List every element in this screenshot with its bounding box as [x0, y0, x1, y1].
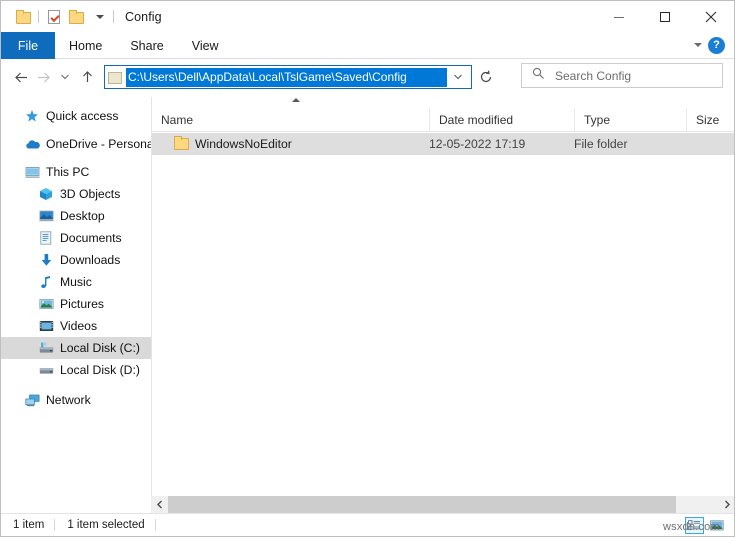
sidebar-item-videos[interactable]: Videos: [1, 315, 151, 337]
star-icon: [23, 108, 41, 124]
file-name-label: WindowsNoEditor: [195, 137, 292, 151]
sidebar-label: This PC: [46, 165, 90, 179]
file-type-cell: File folder: [574, 137, 628, 151]
address-folder-icon: [108, 70, 122, 84]
download-arrow-icon: [37, 252, 55, 268]
desktop-icon: [37, 208, 55, 224]
search-input[interactable]: Search Config: [555, 69, 631, 83]
new-folder-icon[interactable]: [65, 6, 87, 28]
picture-icon: [37, 296, 55, 312]
sidebar-item-quick-access[interactable]: Quick access: [1, 105, 151, 127]
sidebar-item-documents[interactable]: Documents: [1, 227, 151, 249]
sidebar-label: Desktop: [60, 209, 105, 223]
sidebar-label: 3D Objects: [60, 187, 121, 201]
ribbon-tab-bar: File Home Share View ?: [1, 32, 734, 59]
quick-access-toolbar: [1, 6, 118, 28]
file-date-cell: 12-05-2022 17:19: [429, 137, 526, 151]
file-name-cell[interactable]: WindowsNoEditor: [152, 133, 429, 155]
search-icon: [532, 67, 545, 85]
back-button[interactable]: [10, 64, 32, 90]
refresh-icon[interactable]: [474, 64, 498, 90]
table-row[interactable]: WindowsNoEditor 12-05-2022 17:19 File fo…: [152, 133, 734, 155]
folder-icon: [174, 136, 189, 151]
watermark: wsxdn.com: [663, 521, 720, 533]
sidebar-item-this-pc[interactable]: This PC: [1, 161, 151, 183]
network-icon: [23, 392, 41, 408]
address-input[interactable]: C:\Users\Dell\AppData\Local\TslGame\Save…: [126, 67, 447, 87]
scrollbar-track[interactable]: [168, 496, 718, 513]
sidebar-item-music[interactable]: Music: [1, 271, 151, 293]
up-button[interactable]: [76, 64, 98, 90]
customize-caret-icon[interactable]: [87, 6, 109, 28]
system-drive-icon: [37, 340, 55, 356]
file-size-cell: [686, 133, 734, 155]
sidebar-label: Pictures: [60, 297, 105, 311]
column-header-size[interactable]: Size: [686, 107, 734, 132]
recent-locations-icon[interactable]: [54, 64, 76, 90]
sidebar-item-local-disk-d[interactable]: Local Disk (D:): [1, 359, 151, 381]
scroll-right-icon[interactable]: [718, 496, 734, 513]
status-item-count: 1 item: [13, 519, 45, 531]
status-bar: 1 item 1 item selected: [1, 513, 734, 536]
search-box[interactable]: Search Config: [521, 63, 723, 88]
status-selection-count: 1 item selected: [67, 519, 145, 531]
column-header-type[interactable]: Type: [574, 107, 686, 132]
column-header-date-modified[interactable]: Date modified: [429, 107, 574, 132]
scroll-left-icon[interactable]: [151, 496, 168, 513]
ribbon-right-controls: ?: [694, 32, 734, 58]
drive-icon: [37, 362, 55, 378]
tab-view[interactable]: View: [178, 32, 233, 59]
music-note-icon: [37, 274, 55, 290]
cloud-icon: [23, 136, 41, 152]
navigation-pane: Quick access OneDrive - Persona This PC …: [1, 97, 151, 496]
sidebar-label: Network: [46, 393, 91, 407]
column-header-name[interactable]: Name: [152, 108, 429, 132]
sidebar-label: Videos: [60, 319, 98, 333]
sidebar-label: Quick access: [46, 109, 119, 123]
address-dropdown-icon[interactable]: [447, 73, 469, 81]
maximize-button[interactable]: [642, 1, 688, 32]
status-divider-2: [154, 519, 156, 531]
sidebar-label: OneDrive - Persona: [46, 137, 151, 151]
window-title: Config: [125, 9, 162, 24]
video-icon: [37, 318, 55, 334]
sidebar-label: Music: [60, 275, 92, 289]
horizontal-scrollbar[interactable]: [151, 496, 734, 513]
sidebar-item-pictures[interactable]: Pictures: [1, 293, 151, 315]
sidebar-item-desktop[interactable]: Desktop: [1, 205, 151, 227]
file-explorer-window: Config File Home Share View ? C:\Users\D…: [0, 0, 735, 537]
chevron-down-icon[interactable]: [694, 43, 702, 47]
document-icon: [37, 230, 55, 246]
sort-ascending-icon: [292, 98, 300, 102]
scrollbar-thumb[interactable]: [168, 496, 676, 513]
column-headers: Name Date modified Type Size: [152, 107, 734, 132]
sidebar-item-onedrive[interactable]: OneDrive - Persona: [1, 133, 151, 155]
cube-icon: [37, 186, 55, 202]
sidebar-label: Local Disk (C:): [60, 341, 140, 355]
properties-icon[interactable]: [43, 6, 65, 28]
address-bar[interactable]: C:\Users\Dell\AppData\Local\TslGame\Save…: [104, 65, 472, 89]
sidebar-label: Documents: [60, 231, 122, 245]
sidebar-item-local-disk-c[interactable]: Local Disk (C:): [1, 337, 151, 359]
help-icon[interactable]: ?: [708, 36, 725, 54]
sidebar-item-3d-objects[interactable]: 3D Objects: [1, 183, 151, 205]
monitor-icon: [23, 164, 41, 180]
sidebar-item-network[interactable]: Network: [1, 389, 151, 411]
title-bar: Config: [1, 1, 734, 32]
forward-button[interactable]: [32, 64, 54, 90]
sidebar-item-downloads[interactable]: Downloads: [1, 249, 151, 271]
qat-separator-2: [113, 10, 114, 23]
tab-file[interactable]: File: [1, 32, 55, 59]
sidebar-label: Local Disk (D:): [60, 363, 140, 377]
sidebar-label: Downloads: [60, 253, 121, 267]
file-list-pane: Name Date modified Type Size WindowsNoEd…: [151, 97, 734, 496]
folder-icon[interactable]: [12, 6, 34, 28]
minimize-button[interactable]: [596, 1, 642, 32]
tab-home[interactable]: Home: [55, 32, 116, 59]
tab-share[interactable]: Share: [116, 32, 177, 59]
close-button[interactable]: [688, 1, 734, 32]
window-controls: [596, 1, 734, 32]
qat-separator-1: [38, 10, 39, 23]
